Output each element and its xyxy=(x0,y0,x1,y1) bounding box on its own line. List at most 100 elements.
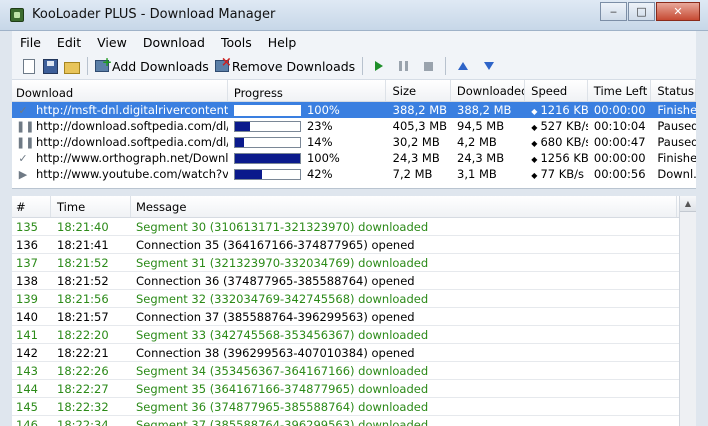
download-row[interactable]: ✓ http://www.orthograph.net/Downloads/Ort… xyxy=(12,150,696,166)
progress-bar xyxy=(233,136,301,148)
add-downloads-button[interactable]: Add Downloads xyxy=(92,55,212,77)
log-row[interactable]: 144 18:22:27 Segment 35 (364167166-3748779… xyxy=(12,380,696,398)
log-scrollbar[interactable]: ▲ xyxy=(679,196,696,426)
save-button[interactable] xyxy=(40,55,61,77)
time-left-cell: 00:00:56 xyxy=(593,167,646,181)
speed-cell: ◆ 680 KB/s xyxy=(525,135,588,149)
log-row[interactable]: 146 18:22:34 Segment 37 (385588764-3962995… xyxy=(12,416,696,426)
open-button[interactable] xyxy=(61,55,83,77)
log-time: 18:22:26 xyxy=(57,363,109,378)
log-time: 18:21:56 xyxy=(57,291,109,306)
download-cell: ❚❚http://download.softpedia.com/dl/55b4e… xyxy=(12,135,228,149)
log-number: 140 xyxy=(16,309,38,324)
progress-text: 42% xyxy=(306,167,333,181)
pause-icon: ❚❚ xyxy=(16,135,35,149)
log-time: 18:21:57 xyxy=(57,309,109,324)
log-time: 18:21:41 xyxy=(57,237,109,252)
log-row[interactable]: 141 18:22:20 Segment 33 (342745568-3534563… xyxy=(12,326,696,344)
progress-text: 23% xyxy=(306,119,333,133)
col-status[interactable]: Status xyxy=(651,80,696,101)
speed-cell: ◆ 527 KB/s xyxy=(525,119,588,133)
pause-icon: ❚❚ xyxy=(16,119,35,133)
menu-view[interactable]: View xyxy=(89,35,135,50)
progress-fill xyxy=(234,153,300,163)
move-down-button[interactable] xyxy=(476,55,502,77)
log-row[interactable]: 136 18:21:41 Connection 35 (364167166-3748… xyxy=(12,236,696,254)
col-message[interactable]: Message xyxy=(131,196,677,217)
log-number: 145 xyxy=(16,399,38,414)
downloaded-cell: 388,2 MB xyxy=(457,103,512,117)
title-bar[interactable]: KooLoader PLUS - Download Manager ‒ □ ✕ xyxy=(0,0,708,31)
log-number: 139 xyxy=(16,291,38,306)
log-message: Connection 36 (374877965-385588764) open… xyxy=(136,273,415,288)
log-time: 18:22:21 xyxy=(57,345,109,360)
log-row[interactable]: 137 18:21:52 Segment 31 (321323970-3320347… xyxy=(12,254,696,272)
log-row[interactable]: 142 18:22:21 Connection 38 (396299563-4070… xyxy=(12,344,696,362)
progress-cell: 14% xyxy=(228,135,387,149)
log-row[interactable]: 138 18:21:52 Connection 36 (374877965-3855… xyxy=(12,272,696,290)
pause-button[interactable] xyxy=(391,55,416,77)
progress-fill xyxy=(234,169,263,179)
arrow-up-icon xyxy=(458,62,469,70)
time-left-cell: 00:00:00 xyxy=(593,103,646,117)
status-cell: Downl... xyxy=(657,167,696,181)
speed-value: 680 KB/s xyxy=(540,135,588,149)
download-row[interactable]: ❚❚http://download.softpedia.com/dl/55b4e… xyxy=(12,134,696,150)
download-row[interactable]: ❚❚http://download.softpedia.com/dl/32a43… xyxy=(12,118,696,134)
download-url: http://www.youtube.com/watch?v=43sYSMH xyxy=(36,167,228,181)
log-row[interactable]: 139 18:21:56 Segment 32 (332034769-3427455… xyxy=(12,290,696,308)
log-time: 18:22:32 xyxy=(57,399,109,414)
log-number: 144 xyxy=(16,381,38,396)
col-progress[interactable]: Progress xyxy=(228,80,387,101)
window-title: KooLoader PLUS - Download Manager xyxy=(32,7,276,22)
col-time[interactable]: Time xyxy=(51,196,131,217)
maximize-button[interactable]: □ xyxy=(628,2,655,21)
remove-downloads-button[interactable]: Remove Downloads xyxy=(212,55,358,77)
time-left-cell: 00:00:47 xyxy=(593,135,646,149)
col-number[interactable]: # xyxy=(12,196,51,217)
progress-bar xyxy=(233,152,301,164)
col-speed[interactable]: Speed xyxy=(525,80,588,101)
col-size[interactable]: Size xyxy=(386,80,451,101)
menu-file[interactable]: File xyxy=(12,35,49,50)
download-url: http://download.softpedia.com/dl/55b4eab… xyxy=(36,135,228,149)
col-time-left[interactable]: Time Left xyxy=(588,80,652,101)
toolbar: Add Downloads Remove Downloads xyxy=(12,53,696,80)
log-message: Segment 34 (353456367-364167166) downloa… xyxy=(136,363,429,378)
menu-edit[interactable]: Edit xyxy=(49,35,89,50)
log-number: 142 xyxy=(16,345,38,360)
log-message: Segment 30 (310613171-321323970) downloa… xyxy=(136,219,429,234)
log-message: Segment 32 (332034769-342745568) downloa… xyxy=(136,291,429,306)
col-download[interactable]: Download xyxy=(12,80,228,101)
size-cell: 30,2 MB xyxy=(392,135,440,149)
downloads-table: Download Progress Size Downloaded Speed … xyxy=(12,80,696,189)
new-button[interactable] xyxy=(18,55,40,77)
menu-tools[interactable]: Tools xyxy=(213,35,260,50)
log-row[interactable]: 145 18:22:32 Segment 36 (374877965-3855887… xyxy=(12,398,696,416)
close-button[interactable]: ✕ xyxy=(656,2,700,21)
speed-cell: ◆1256 KB/s xyxy=(525,151,588,165)
folder-open-icon xyxy=(64,61,80,74)
menu-help[interactable]: Help xyxy=(260,35,305,50)
stop-button[interactable] xyxy=(416,55,441,77)
checkmark-icon: ✓ xyxy=(18,151,28,165)
log-row[interactable]: 135 18:21:40 Segment 30 (310613171-3213239… xyxy=(12,218,696,236)
downloads-rows: ✓ http://msft-dnl.digitalrivercontent.net… xyxy=(12,102,696,182)
minimize-button[interactable]: ‒ xyxy=(600,2,627,21)
progress-cell: 23% xyxy=(228,119,387,133)
col-downloaded[interactable]: Downloaded xyxy=(451,80,526,101)
log-number: 146 xyxy=(16,417,38,426)
speed-bullet-icon: ◆ xyxy=(531,123,538,132)
size-cell: 405,3 MB xyxy=(392,119,448,133)
log-row[interactable]: 143 18:22:26 Segment 34 (353456367-3641671… xyxy=(12,362,696,380)
menu-download[interactable]: Download xyxy=(135,35,213,50)
scroll-up-arrow-icon[interactable]: ▲ xyxy=(680,196,696,212)
download-row[interactable]: ▶ http://www.youtube.com/watch?v=43sYSMH 4… xyxy=(12,166,696,182)
move-up-button[interactable] xyxy=(450,55,476,77)
log-row[interactable]: 140 18:21:57 Connection 37 (385588764-3962… xyxy=(12,308,696,326)
start-button[interactable] xyxy=(367,55,391,77)
status-cell: Paused xyxy=(657,135,696,149)
download-row[interactable]: ✓ http://msft-dnl.digitalrivercontent.net… xyxy=(12,102,696,118)
remove-download-icon xyxy=(214,55,232,72)
speed-value: 77 KB/s xyxy=(540,167,585,181)
